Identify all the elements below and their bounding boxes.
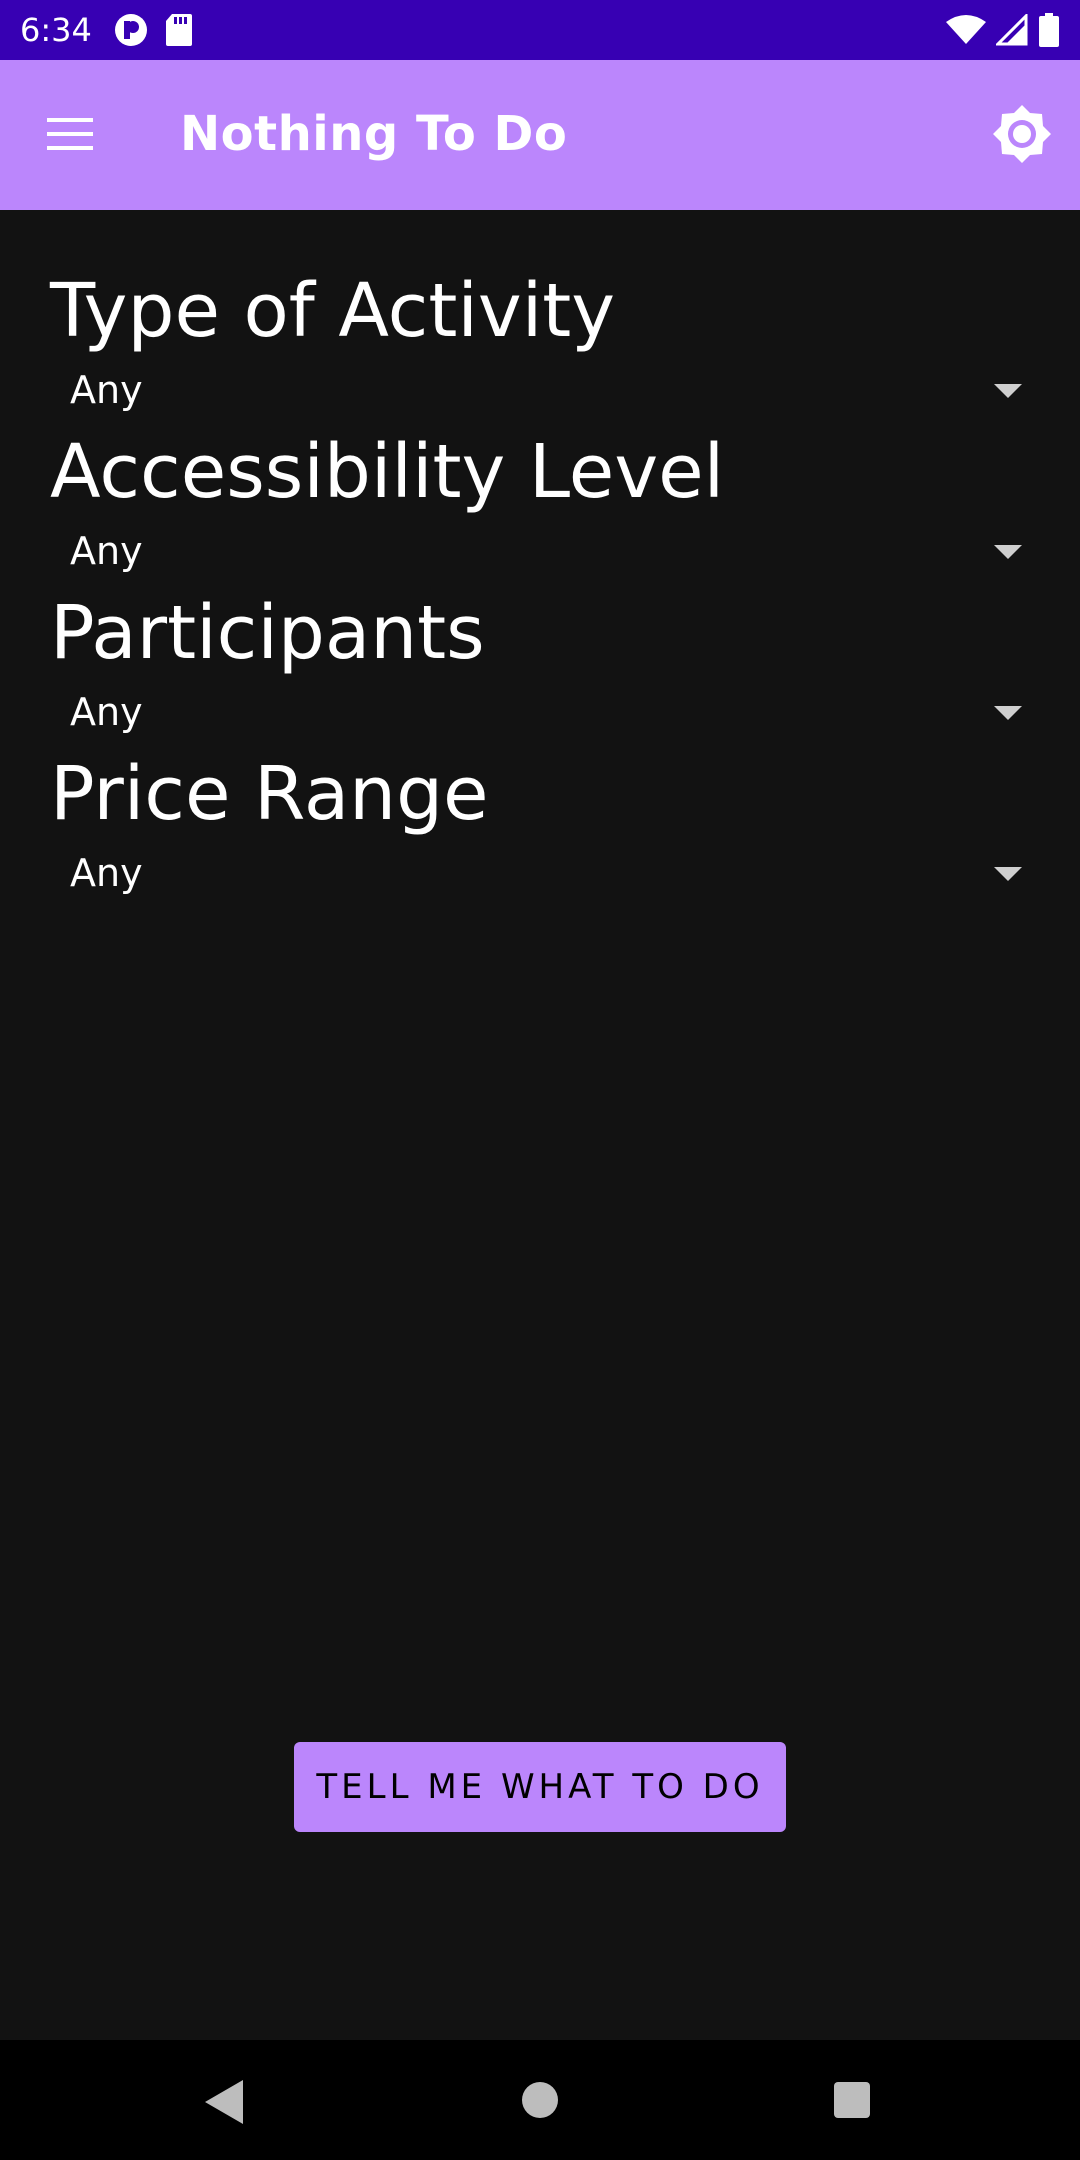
sd-card-icon [165, 14, 192, 46]
filter-label: Type of Activity [50, 268, 616, 354]
status-right-icons [946, 13, 1060, 47]
status-time: 6:34 [20, 11, 92, 49]
filter-label: Accessibility Level [50, 429, 725, 515]
filter-price-range: Price Range Any [0, 693, 1080, 895]
wifi-icon [946, 14, 986, 46]
status-left-icons [114, 13, 192, 47]
tell-me-what-to-do-button[interactable]: TELL ME WHAT TO DO [294, 1742, 786, 1832]
menu-button[interactable] [38, 104, 102, 168]
filter-type-of-activity: Type of Activity Any [0, 210, 1080, 412]
filter-accessibility-level: Accessibility Level Any [0, 371, 1080, 573]
recents-icon[interactable] [834, 2082, 870, 2118]
system-nav-bar [0, 2040, 1080, 2160]
app-notification-icon [114, 13, 148, 47]
filter-label: Price Range [50, 751, 489, 837]
back-icon[interactable] [205, 2080, 243, 2124]
battery-icon [1038, 13, 1060, 47]
dropdown-arrow-icon [994, 867, 1022, 881]
app-bar: Nothing To Do [0, 60, 1080, 210]
price-range-dropdown[interactable]: Any [50, 843, 1040, 903]
filter-participants: Participants Any [0, 532, 1080, 734]
theme-toggle-button[interactable] [986, 100, 1058, 172]
cell-signal-icon [996, 14, 1028, 46]
home-icon[interactable] [522, 2082, 558, 2118]
dropdown-value: Any [70, 851, 143, 895]
brightness-icon [993, 104, 1051, 168]
status-bar: 6:34 [0, 0, 1080, 60]
filter-label: Participants [50, 590, 485, 676]
filter-form: Type of Activity Any Accessibility Level… [0, 210, 1080, 895]
hamburger-menu-icon [47, 117, 93, 155]
app-title: Nothing To Do [180, 106, 568, 162]
